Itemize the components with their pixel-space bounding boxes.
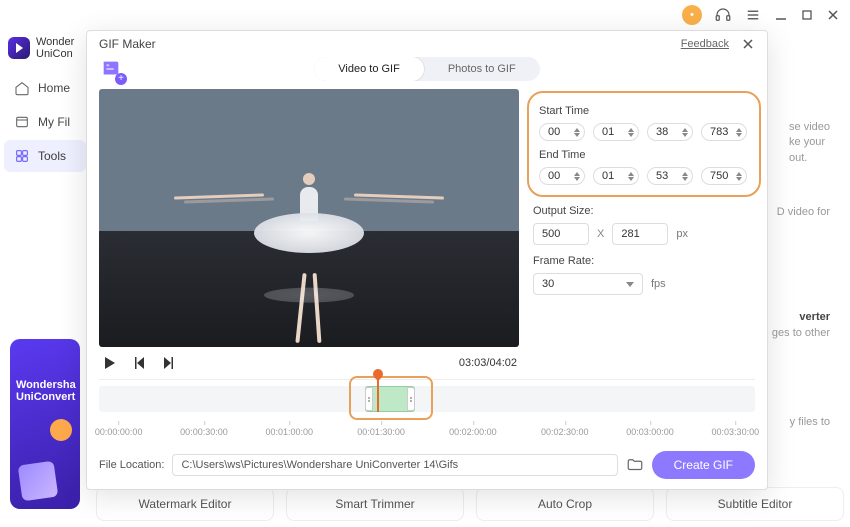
end-time-label: End Time bbox=[539, 149, 749, 161]
modal-close-button[interactable] bbox=[741, 37, 755, 51]
bg-text-1c: out. bbox=[789, 151, 830, 166]
nav-files-label: My Fil bbox=[38, 115, 70, 129]
timeline[interactable] bbox=[99, 379, 755, 425]
clip-start-handle[interactable] bbox=[365, 387, 373, 411]
promo-line2: UniConvert bbox=[16, 391, 74, 403]
framerate-label: Frame Rate: bbox=[533, 255, 755, 267]
spin-up-icon[interactable] bbox=[574, 128, 580, 132]
bg-text-3: verter bbox=[799, 310, 830, 325]
tool-smart-trimmer[interactable]: Smart Trimmer bbox=[286, 487, 464, 521]
modal-title: GIF Maker bbox=[99, 37, 156, 51]
bg-text-1a: se video bbox=[789, 120, 830, 135]
bg-text-5: y files to bbox=[790, 415, 830, 430]
start-ms-input[interactable]: 783 bbox=[701, 123, 747, 141]
start-hh-input[interactable]: 00 bbox=[539, 123, 585, 141]
home-icon bbox=[14, 80, 30, 96]
time-range-highlight: Start Time 00 01 38 783 End Time 00 01 5… bbox=[527, 91, 761, 197]
file-location-input[interactable]: C:\Users\ws\Pictures\Wondershare UniConv… bbox=[172, 454, 617, 476]
video-preview[interactable] bbox=[99, 89, 519, 347]
end-ms-input[interactable]: 750 bbox=[701, 167, 747, 185]
start-ss-input[interactable]: 38 bbox=[647, 123, 693, 141]
create-gif-button[interactable]: Create GIF bbox=[652, 451, 755, 479]
mode-segmented-control: Video to GIF Photos to GIF bbox=[314, 57, 539, 81]
bg-text-4: ges to other bbox=[772, 326, 830, 341]
add-media-button[interactable]: + bbox=[97, 55, 125, 83]
bg-text-1b: ke your bbox=[789, 135, 830, 150]
nav-home[interactable]: Home bbox=[4, 72, 86, 104]
tools-icon bbox=[14, 148, 30, 164]
nav-files[interactable]: My Fil bbox=[4, 106, 86, 138]
plus-badge-icon: + bbox=[115, 73, 127, 85]
output-size-label: Output Size: bbox=[533, 205, 755, 217]
nav-home-label: Home bbox=[38, 81, 70, 95]
window-minimize-button[interactable] bbox=[774, 8, 788, 22]
hamburger-menu-icon[interactable] bbox=[744, 6, 762, 24]
selected-clip[interactable] bbox=[365, 386, 415, 412]
clip-end-handle[interactable] bbox=[407, 387, 415, 411]
gif-maker-modal: GIF Maker Feedback + Video to GIF Photos… bbox=[86, 30, 768, 490]
browse-folder-button[interactable] bbox=[626, 456, 644, 474]
framerate-unit: fps bbox=[651, 278, 666, 290]
timeline-ticks: 00:00:00:00 00:00:30:00 00:01:00:00 00:0… bbox=[99, 427, 755, 443]
files-icon bbox=[14, 114, 30, 130]
output-x-separator: X bbox=[597, 228, 604, 240]
tool-subtitle-editor[interactable]: Subtitle Editor bbox=[666, 487, 844, 521]
app-logo-icon bbox=[8, 37, 30, 59]
brand-line1: Wonder bbox=[36, 36, 74, 48]
tab-video-to-gif[interactable]: Video to GIF bbox=[314, 57, 424, 81]
promo-card[interactable]: Wondersha UniConvert bbox=[10, 339, 80, 509]
promo-line1: Wondersha bbox=[16, 379, 74, 391]
feedback-link[interactable]: Feedback bbox=[681, 38, 729, 50]
output-unit: px bbox=[676, 228, 688, 240]
support-headset-icon[interactable] bbox=[714, 6, 732, 24]
play-button[interactable] bbox=[101, 355, 117, 371]
end-hh-input[interactable]: 00 bbox=[539, 167, 585, 185]
playhead-marker[interactable] bbox=[377, 374, 379, 412]
framerate-select[interactable]: 30 bbox=[533, 273, 643, 295]
end-ss-input[interactable]: 53 bbox=[647, 167, 693, 185]
end-mm-input[interactable]: 01 bbox=[593, 167, 639, 185]
start-mm-input[interactable]: 01 bbox=[593, 123, 639, 141]
tab-photos-to-gif[interactable]: Photos to GIF bbox=[424, 57, 540, 81]
bg-text-2: D video for bbox=[777, 205, 830, 220]
nav-tools-label: Tools bbox=[38, 149, 66, 163]
next-frame-button[interactable] bbox=[161, 355, 177, 371]
window-maximize-button[interactable] bbox=[800, 8, 814, 22]
playback-timestamp: 03:03/04:02 bbox=[459, 357, 517, 369]
tool-auto-crop[interactable]: Auto Crop bbox=[476, 487, 654, 521]
output-width-input[interactable]: 500 bbox=[533, 223, 589, 245]
tool-watermark-editor[interactable]: Watermark Editor bbox=[96, 487, 274, 521]
brand-line2: UniCon bbox=[36, 48, 74, 60]
start-time-label: Start Time bbox=[539, 105, 749, 117]
output-height-input[interactable]: 281 bbox=[612, 223, 668, 245]
window-close-button[interactable] bbox=[826, 8, 840, 22]
file-location-label: File Location: bbox=[99, 459, 164, 471]
user-avatar[interactable]: • bbox=[682, 5, 702, 25]
nav-tools[interactable]: Tools bbox=[4, 140, 86, 172]
spin-down-icon[interactable] bbox=[574, 133, 580, 137]
prev-frame-button[interactable] bbox=[131, 355, 147, 371]
chevron-down-icon bbox=[626, 282, 634, 287]
